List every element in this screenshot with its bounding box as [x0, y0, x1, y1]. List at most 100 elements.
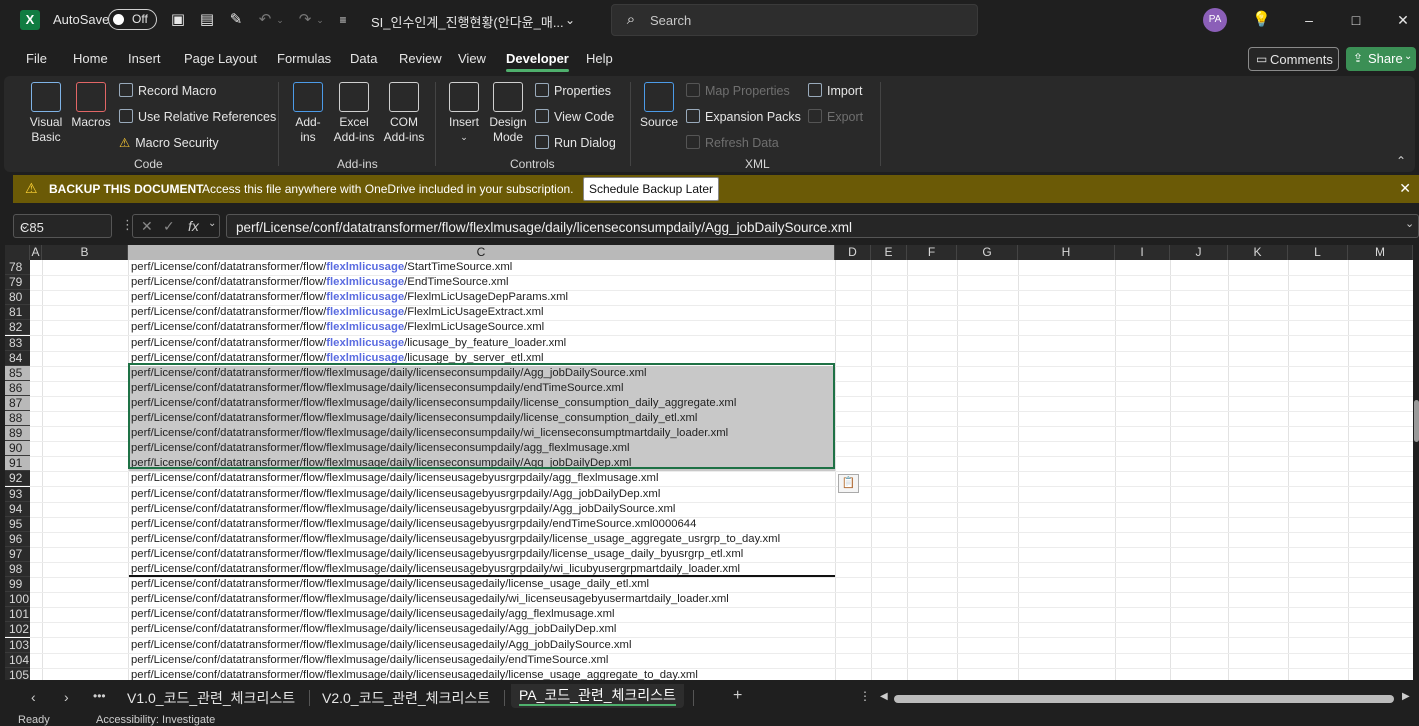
addins-button[interactable]: Add- ins	[288, 82, 328, 145]
share-button[interactable]: ⇪ Share ⌄	[1346, 47, 1416, 71]
insert-function-icon[interactable]: fx	[188, 218, 199, 234]
close-icon[interactable]: ✕	[1399, 180, 1411, 197]
row-header[interactable]: 97	[5, 547, 30, 562]
row-header[interactable]: 105	[5, 668, 30, 680]
horizontal-scrollbar[interactable]: ◀ ▶	[880, 691, 1410, 705]
expansion-packs-button[interactable]: Expansion Packs	[686, 109, 801, 124]
row-header[interactable]: 104	[5, 653, 30, 668]
row-header[interactable]: 85	[5, 366, 30, 381]
table-row[interactable]: perf/License/conf/datatransformer/flow/f…	[129, 547, 835, 562]
formula-input[interactable]: perf/License/conf/datatransformer/flow/f…	[226, 214, 1419, 238]
cancel-icon[interactable]: ✕	[141, 218, 153, 235]
undo-dropdown-icon[interactable]: ⌄	[275, 11, 285, 29]
undo-icon[interactable]: ↶	[256, 11, 274, 29]
table-row[interactable]: perf/License/conf/datatransformer/flow/f…	[129, 577, 835, 592]
tab-insert[interactable]: Insert	[128, 51, 161, 66]
row-header[interactable]: 86	[5, 381, 30, 396]
col-header-f[interactable]: F	[907, 245, 957, 260]
table-row[interactable]: perf/License/conf/datatransformer/flow/f…	[129, 336, 835, 351]
view-code-button[interactable]: View Code	[535, 109, 614, 124]
sheet-tab-v2[interactable]: V2.0_코드_관련_체크리스트	[322, 688, 490, 708]
source-button[interactable]: Source	[638, 82, 680, 130]
document-title[interactable]: SI_인수인계_진행현황(안다윤_매...	[371, 12, 564, 31]
table-row[interactable]: perf/License/conf/datatransformer/flow/f…	[129, 305, 835, 320]
next-sheet-icon[interactable]: ›	[64, 689, 69, 705]
scroll-right-icon[interactable]: ▶	[1402, 691, 1410, 702]
tab-data[interactable]: Data	[350, 51, 377, 66]
chevron-down-icon[interactable]: ⌄	[208, 218, 216, 229]
row-header[interactable]: 99	[5, 577, 30, 592]
col-header-e[interactable]: E	[871, 245, 907, 260]
run-dialog-button[interactable]: Run Dialog	[535, 135, 616, 150]
table-row[interactable]: perf/License/conf/datatransformer/flow/f…	[129, 275, 835, 290]
redo-icon[interactable]: ↷	[296, 11, 314, 29]
table-row[interactable]: perf/License/conf/datatransformer/flow/f…	[129, 502, 835, 517]
row-header[interactable]: 95	[5, 517, 30, 532]
collapse-ribbon-icon[interactable]: ⌃	[1396, 154, 1406, 168]
minimize-icon[interactable]: –	[1299, 10, 1319, 30]
design-mode-button[interactable]: Design Mode	[487, 82, 529, 145]
redo-dropdown-icon[interactable]: ⌄	[315, 11, 325, 29]
save-as-icon[interactable]: ▤	[198, 11, 216, 29]
spreadsheet-grid[interactable]: A B C D E F G H I J K L M 78 perf/License…	[5, 245, 1413, 680]
more-sheets-icon[interactable]: •••	[93, 689, 106, 703]
avatar[interactable]: PA	[1203, 8, 1227, 32]
row-header[interactable]: 82	[5, 320, 30, 335]
close-icon[interactable]: ✕	[1393, 10, 1413, 30]
export-button[interactable]: Export	[808, 109, 863, 124]
col-header-b[interactable]: B	[42, 245, 128, 260]
table-row[interactable]: perf/License/conf/datatransformer/flow/f…	[129, 532, 835, 547]
row-header[interactable]: 80	[5, 290, 30, 305]
table-row[interactable]: perf/License/conf/datatransformer/flow/f…	[129, 562, 835, 577]
expand-formula-icon[interactable]: ⌄	[1405, 217, 1414, 230]
row-header[interactable]: 90	[5, 441, 30, 456]
macro-security-button[interactable]: ⚠ Macro Security	[119, 135, 219, 150]
macros-button[interactable]: Macros	[70, 82, 112, 130]
record-macro-button[interactable]: Record Macro	[119, 83, 217, 98]
row-header[interactable]: 96	[5, 532, 30, 547]
col-header-k[interactable]: K	[1228, 245, 1288, 260]
search-box[interactable]: ⌕ Search	[611, 4, 978, 36]
row-header[interactable]: 93	[5, 487, 30, 502]
table-row[interactable]: perf/License/conf/datatransformer/flow/f…	[129, 638, 835, 653]
schedule-backup-button[interactable]: Schedule Backup Later	[583, 177, 719, 201]
scroll-left-icon[interactable]: ◀	[880, 691, 888, 702]
add-sheet-icon[interactable]: +	[733, 687, 742, 705]
row-header[interactable]: 103	[5, 638, 30, 653]
table-row[interactable]: perf/License/conf/datatransformer/flow/f…	[129, 592, 835, 607]
col-header-a[interactable]: A	[30, 245, 42, 260]
properties-button[interactable]: Properties	[535, 83, 611, 98]
paste-options-icon[interactable]: 📋	[838, 474, 859, 493]
table-row[interactable]: perf/License/conf/datatransformer/flow/f…	[129, 320, 835, 335]
tab-review[interactable]: Review	[399, 51, 442, 66]
tab-developer[interactable]: Developer	[506, 51, 569, 72]
table-row[interactable]: perf/License/conf/datatransformer/flow/f…	[129, 622, 835, 637]
row-header[interactable]: 102	[5, 622, 30, 637]
excel-addins-button[interactable]: Excel Add-ins	[330, 82, 378, 145]
row-header[interactable]: 94	[5, 502, 30, 517]
col-header-m[interactable]: M	[1348, 245, 1413, 260]
comments-button[interactable]: ▭ Comments	[1248, 47, 1339, 71]
accessibility-status[interactable]: Accessibility: Investigate	[96, 714, 215, 726]
lightbulb-icon[interactable]: 💡	[1252, 11, 1271, 29]
row-header[interactable]: 87	[5, 396, 30, 411]
row-header[interactable]: 81	[5, 305, 30, 320]
save-icon[interactable]: ▣	[169, 11, 187, 29]
col-header-l[interactable]: L	[1288, 245, 1348, 260]
tab-help[interactable]: Help	[586, 51, 613, 66]
title-dropdown-icon[interactable]: ⌄	[561, 11, 579, 29]
vertical-scrollbar[interactable]	[1413, 245, 1419, 680]
row-header[interactable]: 83	[5, 336, 30, 351]
col-header-i[interactable]: I	[1115, 245, 1170, 260]
table-row[interactable]: perf/License/conf/datatransformer/flow/f…	[129, 607, 835, 622]
prev-sheet-icon[interactable]: ‹	[31, 689, 36, 705]
com-addins-button[interactable]: COM Add-ins	[380, 82, 428, 145]
enter-icon[interactable]: ✓	[163, 218, 175, 235]
col-header-h[interactable]: H	[1018, 245, 1115, 260]
select-all-corner[interactable]	[5, 245, 30, 260]
col-header-j[interactable]: J	[1170, 245, 1228, 260]
row-header[interactable]: 92	[5, 471, 30, 486]
import-button[interactable]: Import	[808, 83, 862, 98]
col-header-d[interactable]: D	[835, 245, 871, 260]
row-header[interactable]: 89	[5, 426, 30, 441]
